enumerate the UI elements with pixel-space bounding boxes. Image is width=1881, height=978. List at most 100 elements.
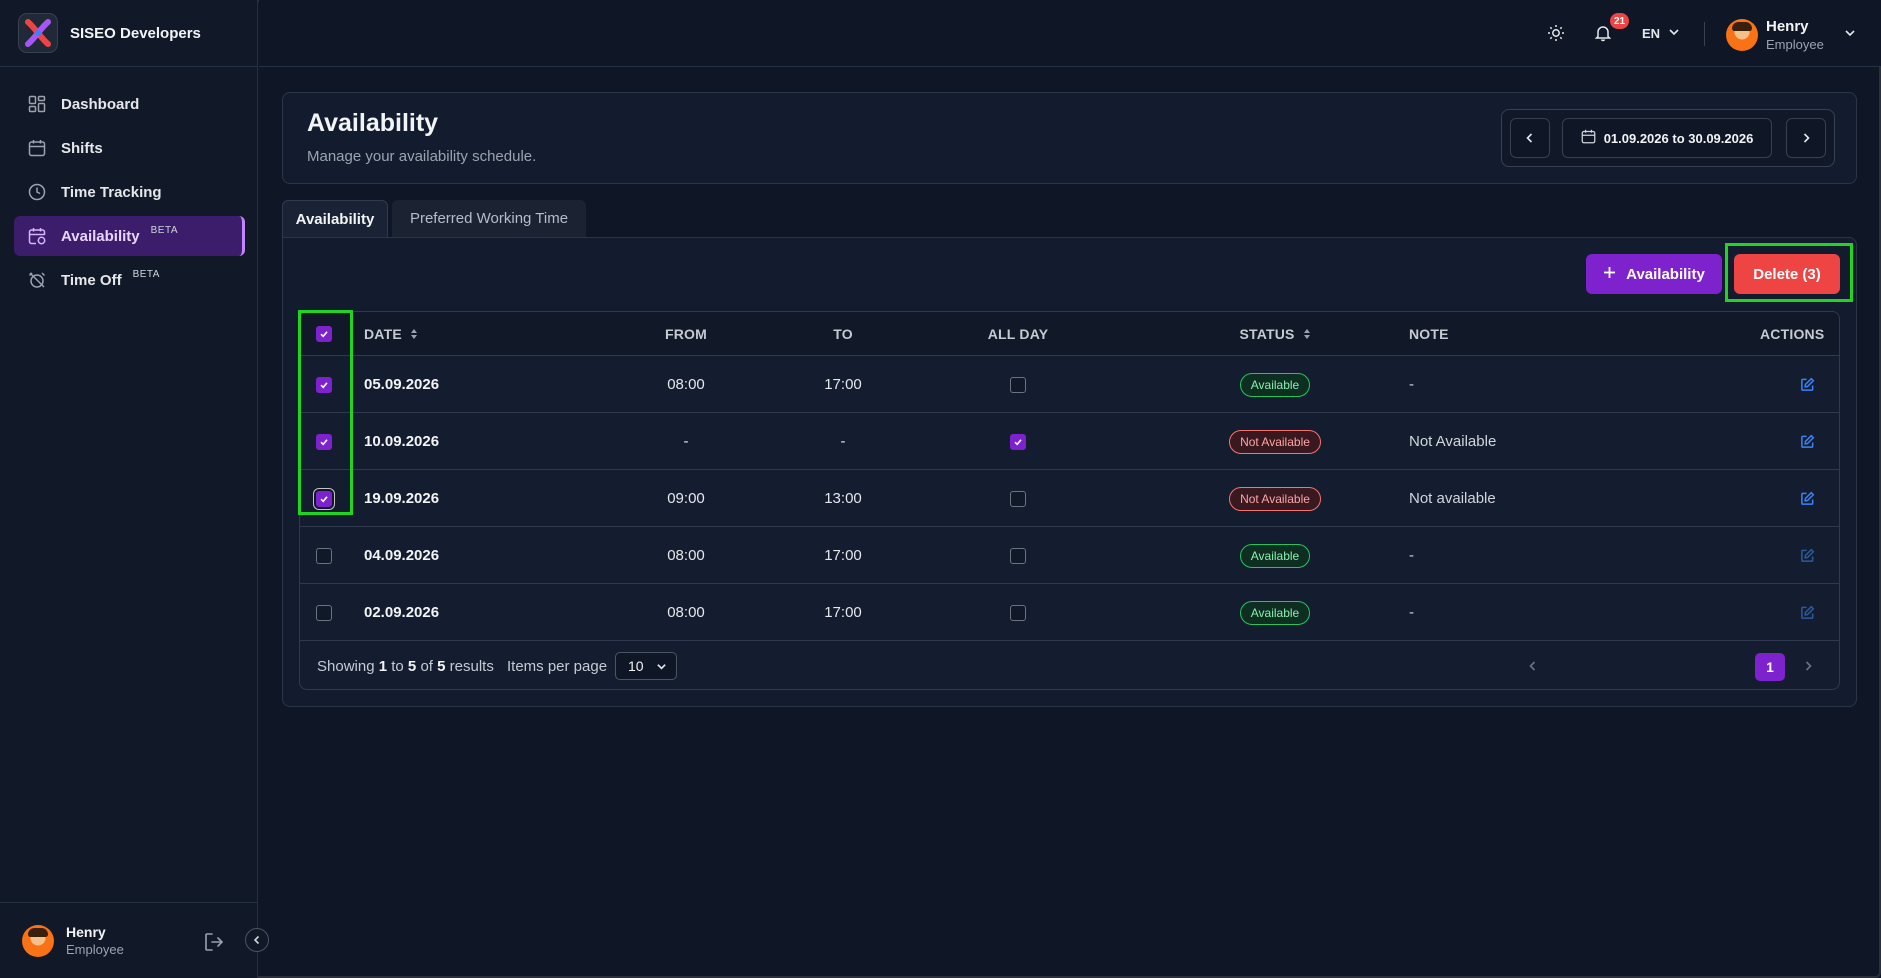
row-date: 10.09.2026 bbox=[364, 433, 440, 450]
items-per-page-label: Items per page bbox=[507, 658, 608, 675]
date-range-picker: 01.09.2026 to 30.09.2026 bbox=[1501, 109, 1835, 167]
language-select[interactable]: EN bbox=[1642, 26, 1680, 41]
date-range-label: 01.09.2026 to 30.09.2026 bbox=[1603, 130, 1754, 146]
beta-badge: BETA bbox=[132, 268, 160, 280]
plus-icon bbox=[1603, 266, 1616, 283]
edit-button[interactable] bbox=[1800, 470, 1815, 527]
row-checkbox[interactable] bbox=[316, 604, 332, 621]
x-logo-icon bbox=[18, 13, 58, 53]
row-checkbox[interactable] bbox=[316, 433, 332, 450]
row-note: - bbox=[1409, 376, 1414, 393]
from-header: FROM bbox=[664, 326, 707, 342]
edit-icon bbox=[1801, 548, 1815, 562]
row-checkbox[interactable] bbox=[316, 490, 332, 507]
row-status-cell: Available bbox=[1200, 356, 1350, 413]
check-icon bbox=[320, 331, 328, 338]
previous-range-button[interactable] bbox=[1510, 118, 1550, 158]
topbar bbox=[259, 0, 1881, 67]
showing-results-word: results bbox=[449, 658, 494, 675]
add-availability-button[interactable]: Availability bbox=[1586, 254, 1722, 294]
row-all-day-cell bbox=[958, 413, 1078, 470]
row-to: 17:00 bbox=[824, 376, 862, 393]
table-row: 05.09.2026 08:00 17:00 Available - bbox=[300, 356, 1839, 413]
logout-icon[interactable] bbox=[203, 931, 225, 958]
avatar[interactable] bbox=[22, 924, 54, 957]
edit-button[interactable] bbox=[1800, 413, 1815, 470]
date-header[interactable]: DATE bbox=[364, 312, 418, 356]
sidebar-item-availability[interactable]: Availability BETA bbox=[14, 216, 245, 256]
next-range-button[interactable] bbox=[1786, 118, 1826, 158]
tab-availability[interactable]: Availability bbox=[282, 200, 388, 237]
brand[interactable]: SISEO Developers bbox=[0, 0, 257, 67]
tab-preferred-working-time[interactable]: Preferred Working Time bbox=[392, 200, 586, 237]
page-button-current[interactable]: 1 bbox=[1755, 653, 1785, 681]
edit-button[interactable] bbox=[1800, 527, 1815, 584]
row-from: - bbox=[683, 433, 689, 450]
user-menu[interactable]: Henry Employee bbox=[1726, 18, 1856, 52]
chevron-down-icon bbox=[657, 663, 666, 670]
edit-icon bbox=[1801, 434, 1815, 448]
check-icon bbox=[1014, 438, 1022, 445]
row-select-cell bbox=[316, 470, 332, 527]
delete-selected-button[interactable]: Delete (3) bbox=[1734, 254, 1840, 294]
row-all-day-cell bbox=[958, 356, 1078, 413]
row-all-day-cell bbox=[958, 470, 1078, 527]
showing-to: 5 bbox=[407, 658, 417, 675]
row-to: 17:00 bbox=[824, 547, 862, 564]
showing-of-word: of bbox=[420, 658, 433, 675]
user-name: Henry bbox=[66, 924, 106, 940]
all-day-checkbox bbox=[1010, 376, 1026, 393]
all-day-checkbox bbox=[1010, 433, 1026, 450]
table-row: 10.09.2026 - - Not Available Not Available bbox=[300, 413, 1839, 470]
row-select-cell bbox=[316, 584, 332, 641]
theme-toggle-icon[interactable] bbox=[1547, 24, 1565, 47]
row-checkbox[interactable] bbox=[316, 547, 332, 564]
sidebar-item-label: Dashboard bbox=[61, 95, 140, 113]
table-row: 19.09.2026 09:00 13:00 Not Available Not ava… bbox=[300, 470, 1839, 527]
chevron-down-icon bbox=[1668, 26, 1680, 41]
sidebar-nav: Dashboard Shifts Time Tracking Availabil… bbox=[0, 67, 257, 300]
row-checkbox[interactable] bbox=[316, 376, 332, 393]
sort-icon bbox=[410, 329, 417, 339]
showing-to-word: to bbox=[391, 658, 404, 675]
table-footer: Showing 1 to 5 of 5 results Items per pa… bbox=[300, 642, 1839, 689]
items-per-page-select[interactable]: 10 bbox=[615, 652, 677, 680]
edit-button[interactable] bbox=[1800, 356, 1815, 413]
edit-icon bbox=[1801, 605, 1815, 619]
status-badge: Available bbox=[1239, 600, 1311, 625]
calendar-icon bbox=[1581, 129, 1596, 147]
sidebar-item-label: Shifts bbox=[61, 139, 103, 157]
status-header[interactable]: STATUS bbox=[1200, 312, 1350, 356]
sidebar-item-time-off[interactable]: Time Off BETA bbox=[14, 260, 245, 300]
table-row: 04.09.2026 08:00 17:00 Available - bbox=[300, 527, 1839, 584]
row-all-day-cell bbox=[958, 584, 1078, 641]
row-note: - bbox=[1409, 547, 1414, 564]
next-page-button[interactable] bbox=[1802, 659, 1814, 677]
prev-page-button[interactable] bbox=[1527, 659, 1539, 677]
table-row: 02.09.2026 08:00 17:00 Available - bbox=[300, 584, 1839, 641]
showing-total: 5 bbox=[437, 658, 446, 675]
edit-button[interactable] bbox=[1800, 584, 1815, 641]
sidebar-item-shifts[interactable]: Shifts bbox=[14, 128, 245, 168]
status-badge: Not Available bbox=[1229, 486, 1321, 511]
chevron-right-icon bbox=[1805, 661, 1812, 671]
showing-from: 1 bbox=[378, 658, 388, 675]
user-name: Henry bbox=[1766, 18, 1809, 35]
row-status-cell: Available bbox=[1200, 527, 1350, 584]
select-all-checkbox[interactable] bbox=[316, 326, 332, 342]
row-to: 13:00 bbox=[824, 490, 862, 507]
row-all-day-cell bbox=[958, 527, 1078, 584]
status-badge: Not Available bbox=[1229, 429, 1321, 454]
sidebar-item-dashboard[interactable]: Dashboard bbox=[14, 84, 245, 124]
availability-table: DATE FROM TO ALL DAY STATUS NOTE ACTIONS… bbox=[299, 311, 1840, 690]
check-icon bbox=[320, 438, 328, 445]
date-range-button[interactable]: 01.09.2026 to 30.09.2026 bbox=[1562, 118, 1772, 158]
brand-name: SISEO Developers bbox=[70, 24, 201, 42]
bell-icon[interactable] bbox=[1594, 24, 1612, 47]
beta-badge: BETA bbox=[150, 224, 179, 236]
status-badge: Available bbox=[1239, 372, 1311, 397]
row-from: 08:00 bbox=[667, 604, 705, 621]
add-availability-label: Availability bbox=[1626, 265, 1705, 283]
collapse-sidebar-button[interactable] bbox=[245, 928, 269, 952]
sidebar-item-time-tracking[interactable]: Time Tracking bbox=[14, 172, 245, 212]
